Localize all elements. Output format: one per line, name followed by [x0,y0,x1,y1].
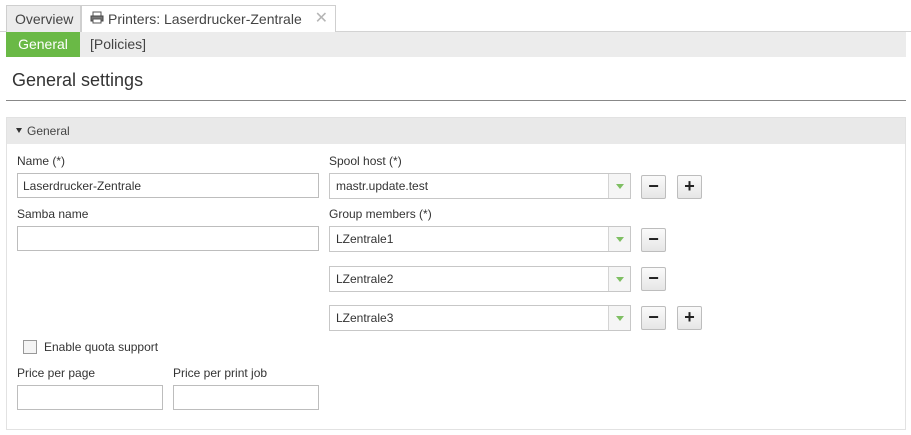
close-icon[interactable]: ✕ [315,6,328,32]
tab-overview[interactable]: Overview [6,5,81,32]
name-field[interactable] [17,173,319,198]
group-member-select[interactable]: LZentrale1 [329,226,631,252]
tab-general[interactable]: General [6,32,80,57]
remove-group-member-button[interactable]: − [641,306,666,330]
group-member-select[interactable]: LZentrale3 [329,305,631,331]
section-title: General [27,124,70,138]
tab-printers[interactable]: Printers: Laserdrucker-Zentrale ✕ [81,5,336,33]
top-tab-bar: Overview Printers: Laserdrucker-Zentrale… [0,0,911,33]
price-per-page-label: Price per page [17,366,96,380]
triangle-down-icon[interactable] [16,128,22,133]
price-per-job-field[interactable] [173,385,319,410]
group-members-label: Group members (*) [329,207,432,221]
sub-tab-bar: General [Policies] [6,32,906,57]
name-label: Name (*) [17,154,66,168]
group-member-value: LZentrale3 [336,311,394,325]
remove-group-member-button[interactable]: − [641,228,666,252]
tab-overview-label: Overview [15,11,74,27]
group-member-value: LZentrale2 [336,272,394,286]
printer-icon [90,6,104,32]
section-header[interactable]: General [7,118,905,144]
chevron-down-icon [616,237,624,242]
general-section: General Name (*) Samba name Spool host (… [6,117,906,430]
price-per-page-field[interactable] [17,385,163,410]
dropdown-button[interactable] [608,267,630,291]
spool-host-label: Spool host (*) [329,154,402,168]
dropdown-button[interactable] [608,174,630,198]
remove-group-member-button[interactable]: − [641,267,666,291]
price-per-job-label: Price per print job [173,366,268,380]
add-group-member-button[interactable]: + [677,306,702,330]
tab-printers-label: Printers: Laserdrucker-Zentrale [108,11,302,27]
chevron-down-icon [616,184,624,189]
group-member-value: LZentrale1 [336,232,394,246]
samba-name-label: Samba name [17,207,89,221]
chevron-down-icon [616,316,624,321]
dropdown-button[interactable] [608,306,630,330]
spool-host-value: mastr.update.test [336,179,429,193]
page-title: General settings [12,70,144,90]
tab-policies[interactable]: [Policies] [80,32,158,57]
samba-name-field[interactable] [17,226,319,251]
dropdown-button[interactable] [608,227,630,251]
remove-spool-host-button[interactable]: − [641,175,666,199]
quota-label: Enable quota support [44,340,159,354]
add-spool-host-button[interactable]: + [677,175,702,199]
quota-checkbox[interactable] [23,340,37,354]
group-member-select[interactable]: LZentrale2 [329,266,631,292]
title-divider [6,100,906,101]
chevron-down-icon [616,277,624,282]
spool-host-select[interactable]: mastr.update.test [329,173,631,199]
